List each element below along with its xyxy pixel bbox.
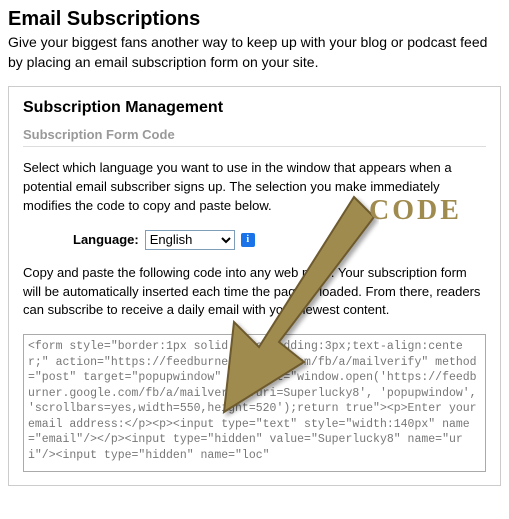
panel-title: Subscription Management xyxy=(23,99,486,117)
section-title: Subscription Form Code xyxy=(23,127,486,147)
intro-paragraph: Select which language you want to use in… xyxy=(23,159,486,216)
language-label: Language: xyxy=(73,232,139,247)
language-row: Language: English i xyxy=(23,230,486,250)
code-textarea[interactable] xyxy=(23,334,486,472)
page-title: Email Subscriptions xyxy=(8,8,501,31)
language-select[interactable]: English xyxy=(145,230,235,250)
copy-instructions: Copy and paste the following code into a… xyxy=(23,264,486,321)
subscription-management-panel: Subscription Management Subscription For… xyxy=(8,86,501,486)
info-icon[interactable]: i xyxy=(241,233,255,247)
page-description: Give your biggest fans another way to ke… xyxy=(8,33,501,72)
